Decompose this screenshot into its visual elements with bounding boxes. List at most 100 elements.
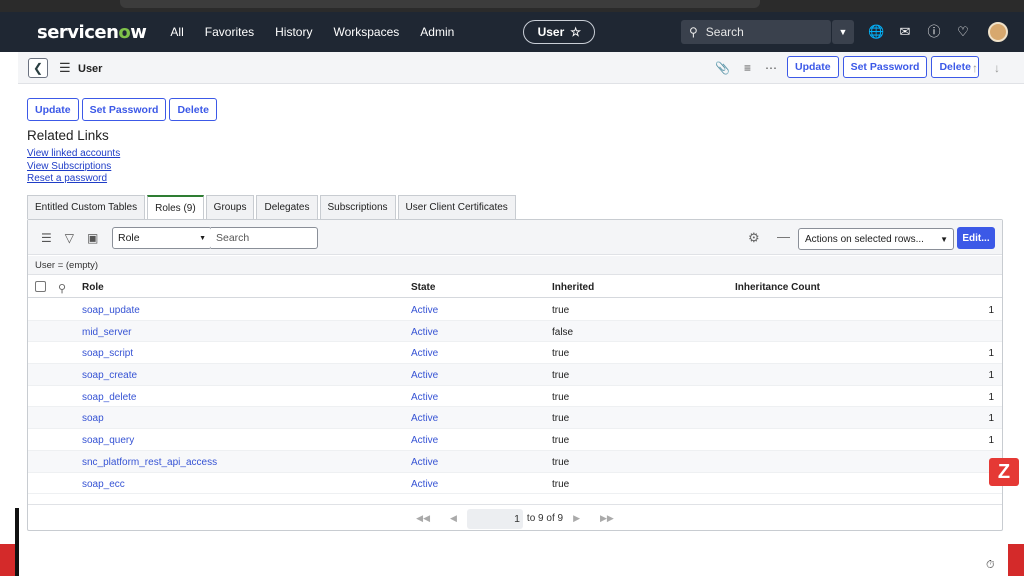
state-link[interactable]: Active bbox=[411, 305, 438, 316]
filter-breadcrumb[interactable]: User = (empty) bbox=[28, 256, 1002, 275]
count-cell: 1 bbox=[988, 305, 994, 316]
chat-icon[interactable]: ✉ bbox=[897, 24, 913, 40]
column-header-inheritance-count[interactable]: Inheritance Count bbox=[735, 282, 820, 293]
inherited-cell: true bbox=[552, 456, 570, 468]
filter-icon[interactable]: ▽ bbox=[65, 231, 74, 245]
table-row[interactable]: soap_create Active true 1 bbox=[28, 364, 1002, 386]
chevron-down-icon: ▼ bbox=[940, 234, 948, 244]
caret-down-icon: ▼ bbox=[199, 234, 206, 242]
collapse-icon[interactable]: — bbox=[777, 229, 790, 244]
view-linked-accounts-link[interactable]: View linked accounts bbox=[27, 148, 120, 161]
globe-icon[interactable]: 🌐 bbox=[868, 24, 884, 40]
last-page-icon[interactable]: ▶▶ bbox=[600, 513, 614, 524]
extension-badge-icon[interactable]: Z bbox=[989, 458, 1019, 486]
actions-select[interactable]: Actions on selected rows... ▼ bbox=[798, 228, 954, 250]
reset-password-link[interactable]: Reset a password bbox=[27, 173, 120, 186]
next-page-icon[interactable]: ▶ bbox=[573, 513, 580, 524]
tab-roles[interactable]: Roles (9) bbox=[147, 195, 204, 220]
column-header-role[interactable]: Role bbox=[82, 282, 104, 293]
select-all-checkbox[interactable] bbox=[35, 281, 46, 292]
tab-subscriptions[interactable]: Subscriptions bbox=[319, 195, 396, 219]
overlay-red-right bbox=[1008, 544, 1024, 576]
servicenow-logo[interactable]: servicenow bbox=[37, 22, 147, 43]
delete-button-bottom[interactable]: Delete bbox=[169, 98, 217, 121]
help-icon[interactable]: ⓘ bbox=[926, 24, 942, 40]
attachment-icon[interactable]: 📎 bbox=[715, 61, 730, 75]
view-subscriptions-link[interactable]: View Subscriptions bbox=[27, 161, 120, 174]
role-link[interactable]: snc_platform_rest_api_access bbox=[82, 457, 217, 468]
inherited-cell: true bbox=[552, 391, 570, 403]
state-link[interactable]: Active bbox=[411, 370, 438, 381]
search-scope-dropdown[interactable]: ▼ bbox=[832, 20, 854, 44]
role-link[interactable]: mid_server bbox=[82, 327, 131, 338]
inherited-cell: true bbox=[552, 348, 570, 360]
tab-groups[interactable]: Groups bbox=[205, 195, 255, 219]
nav-all[interactable]: All bbox=[170, 25, 183, 39]
role-link[interactable]: soap_query bbox=[82, 435, 134, 446]
state-link[interactable]: Active bbox=[411, 457, 438, 468]
state-link[interactable]: Active bbox=[411, 348, 438, 359]
update-button-bottom[interactable]: Update bbox=[27, 98, 79, 121]
first-page-icon[interactable]: ◀◀ bbox=[416, 513, 430, 524]
column-header-state[interactable]: State bbox=[411, 282, 435, 293]
nav-history[interactable]: History bbox=[275, 25, 312, 39]
form-menu-icon[interactable]: ☰ bbox=[59, 60, 71, 76]
nav-admin[interactable]: Admin bbox=[420, 25, 454, 39]
table-row[interactable]: soap_update Active true 1 bbox=[28, 299, 1002, 321]
nav-favorites[interactable]: Favorites bbox=[205, 25, 254, 39]
tab-delegates[interactable]: Delegates bbox=[256, 195, 318, 219]
role-link[interactable]: soap_script bbox=[82, 348, 133, 359]
global-search-input[interactable]: ⚲ Search bbox=[681, 20, 831, 44]
role-link[interactable]: soap_ecc bbox=[82, 479, 125, 490]
context-pill[interactable]: User ☆ bbox=[523, 20, 596, 44]
tab-user-client-certificates[interactable]: User Client Certificates bbox=[397, 195, 516, 219]
state-link[interactable]: Active bbox=[411, 435, 438, 446]
chat-icon[interactable]: ▣ bbox=[87, 231, 98, 245]
stopwatch-icon[interactable]: ⏱ bbox=[986, 559, 995, 572]
back-button[interactable]: ❮ bbox=[28, 58, 48, 78]
list-menu-icon[interactable]: ☰ bbox=[41, 231, 52, 245]
count-cell: 1 bbox=[988, 391, 994, 403]
column-search-icon[interactable]: ⚲ bbox=[58, 282, 66, 295]
nav-workspaces[interactable]: Workspaces bbox=[333, 25, 399, 39]
list-toolbar: ☰ ▽ ▣ Role ▼ Search ⚙ — Actions on select… bbox=[28, 220, 1002, 255]
state-link[interactable]: Active bbox=[411, 327, 438, 338]
table-row[interactable]: snc_platform_rest_api_access Active true bbox=[28, 450, 1002, 473]
arrow-up-icon[interactable]: ↑ bbox=[972, 61, 978, 75]
state-link[interactable]: Active bbox=[411, 479, 438, 490]
bell-icon[interactable]: ♡ bbox=[955, 24, 971, 40]
avatar[interactable] bbox=[988, 22, 1008, 42]
prev-page-icon[interactable]: ◀ bbox=[450, 513, 457, 524]
tab-entitled-custom-tables[interactable]: Entitled Custom Tables bbox=[27, 195, 146, 219]
pagination: ◀◀ ◀ 1 to 9 of 9 ▶ ▶▶ bbox=[28, 504, 1002, 532]
set-password-button-bottom[interactable]: Set Password bbox=[81, 98, 167, 121]
star-icon[interactable]: ☆ bbox=[570, 25, 581, 39]
role-link[interactable]: soap_delete bbox=[82, 392, 137, 403]
state-link[interactable]: Active bbox=[411, 413, 438, 424]
page-number-input[interactable]: 1 bbox=[466, 508, 523, 529]
list-search-input[interactable]: Search bbox=[211, 227, 318, 249]
column-header-inherited[interactable]: Inherited bbox=[552, 282, 594, 293]
search-field-select[interactable]: Role ▼ bbox=[112, 227, 212, 249]
inherited-cell: true bbox=[552, 305, 570, 316]
inherited-cell: false bbox=[552, 326, 574, 338]
table-row[interactable]: soap_ecc Active true bbox=[28, 473, 1002, 495]
count-cell: 1 bbox=[988, 370, 994, 382]
edit-button[interactable]: Edit... bbox=[957, 227, 995, 249]
gear-icon[interactable]: ⚙ bbox=[748, 230, 760, 246]
table-row[interactable]: soap_delete Active true 1 bbox=[28, 386, 1002, 408]
table-row[interactable]: mid_server Active false bbox=[28, 320, 1002, 343]
role-link[interactable]: soap_create bbox=[82, 370, 137, 381]
update-button[interactable]: Update bbox=[787, 56, 839, 78]
settings-sliders-icon[interactable]: ≡ bbox=[744, 61, 751, 75]
role-link[interactable]: soap_update bbox=[82, 305, 140, 316]
state-link[interactable]: Active bbox=[411, 392, 438, 403]
more-options-icon[interactable]: ⋯ bbox=[765, 61, 777, 75]
role-link[interactable]: soap bbox=[82, 413, 104, 424]
arrow-down-icon[interactable]: ↓ bbox=[994, 61, 1000, 75]
set-password-button[interactable]: Set Password bbox=[842, 56, 928, 78]
table-row[interactable]: soap_query Active true 1 bbox=[28, 429, 1002, 451]
address-bar[interactable] bbox=[120, 0, 760, 8]
table-row[interactable]: soap_script Active true 1 bbox=[28, 342, 1002, 365]
table-row[interactable]: soap Active true 1 bbox=[28, 407, 1002, 430]
